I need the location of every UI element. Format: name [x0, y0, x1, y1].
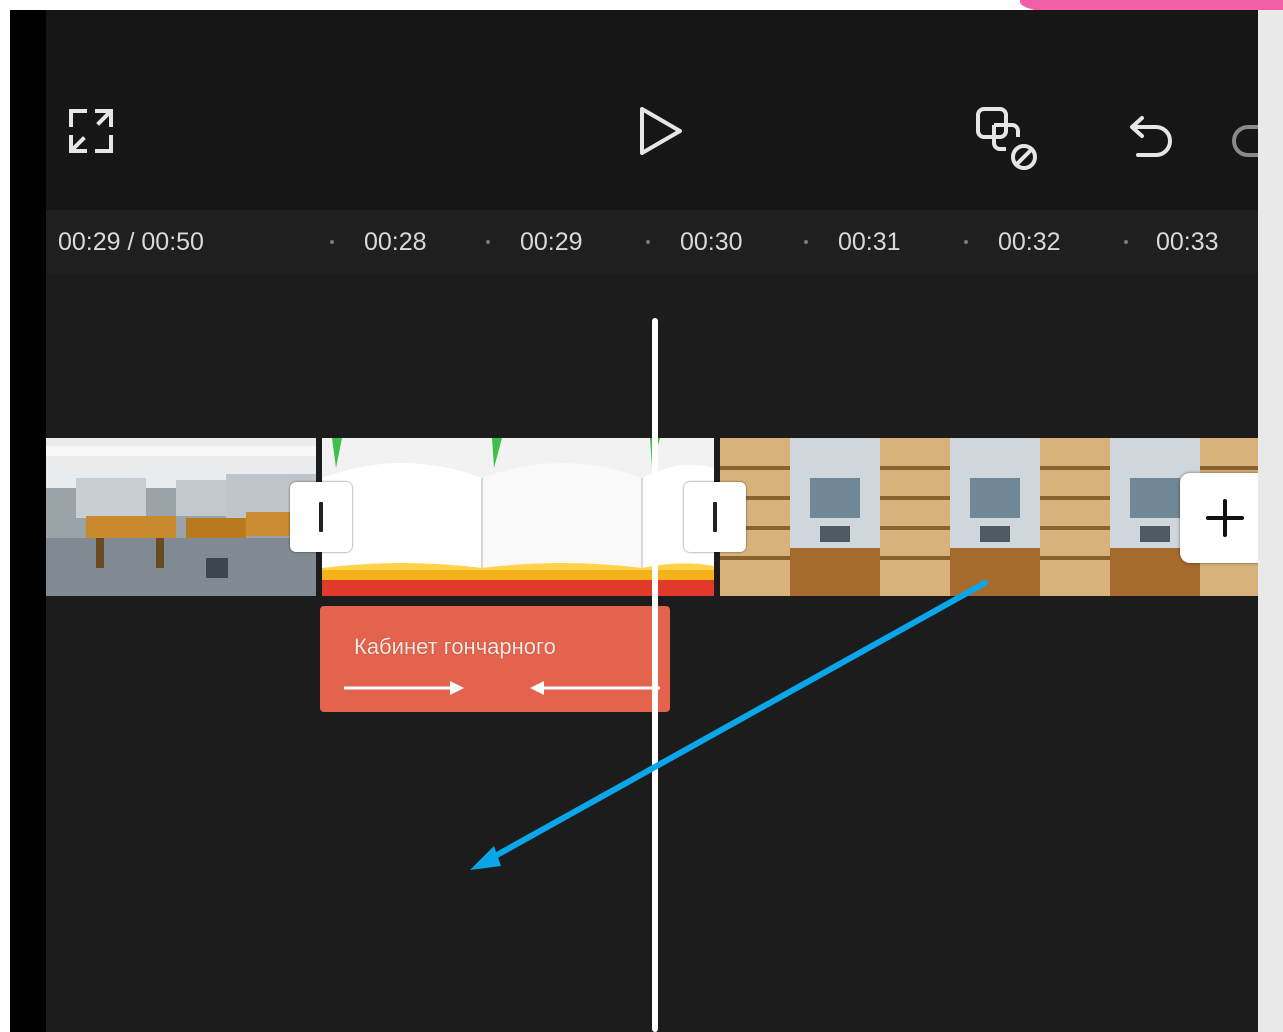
annotation-arrow-overlay [470, 580, 988, 870]
annotation-arrow-icon [485, 580, 988, 863]
annotation-arrowhead [470, 846, 501, 870]
